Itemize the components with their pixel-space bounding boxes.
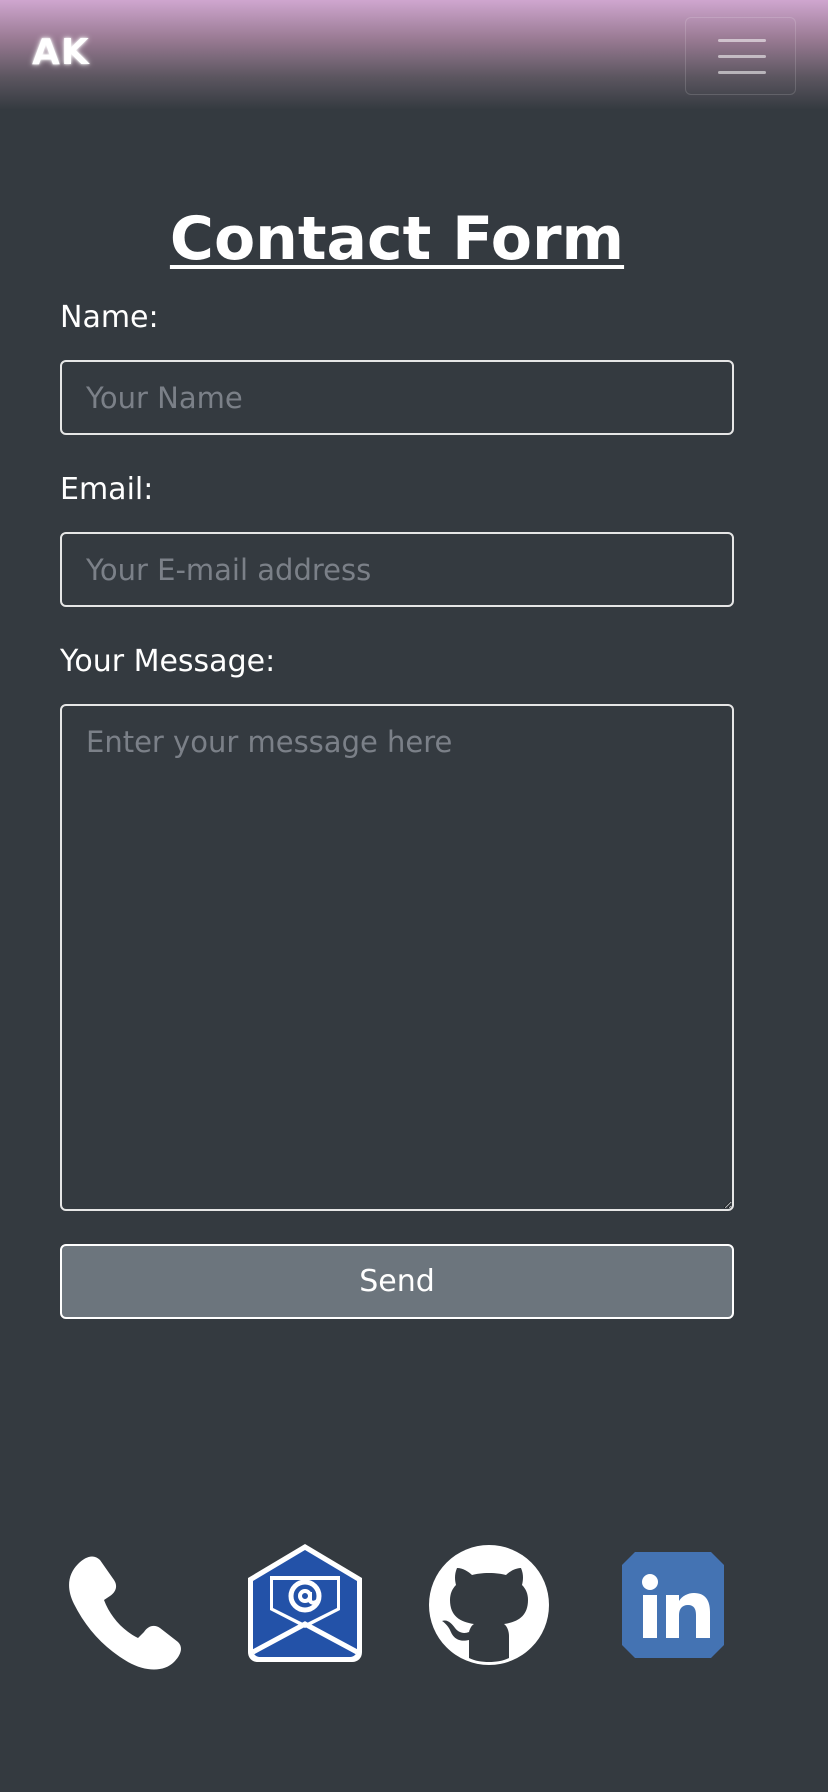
brand-logo[interactable]: AK xyxy=(32,32,90,73)
linkedin-icon xyxy=(622,1552,724,1658)
phone-icon xyxy=(69,1556,181,1670)
menu-toggle-button[interactable] xyxy=(685,17,796,95)
email-link[interactable] xyxy=(240,1540,370,1670)
github-icon xyxy=(429,1545,549,1665)
name-label: Name: xyxy=(60,300,159,335)
message-label: Your Message: xyxy=(60,644,276,679)
email-icon xyxy=(248,1544,362,1662)
github-link[interactable] xyxy=(424,1540,554,1670)
name-input[interactable] xyxy=(60,360,734,435)
navbar: AK xyxy=(0,0,828,110)
page-title: Contact Form xyxy=(169,204,625,274)
send-button[interactable]: Send xyxy=(60,1244,734,1319)
email-label: Email: xyxy=(60,472,154,507)
phone-link[interactable] xyxy=(56,1540,186,1670)
email-input[interactable] xyxy=(60,532,734,607)
message-textarea[interactable] xyxy=(60,704,734,1211)
linkedin-link[interactable] xyxy=(608,1540,738,1670)
